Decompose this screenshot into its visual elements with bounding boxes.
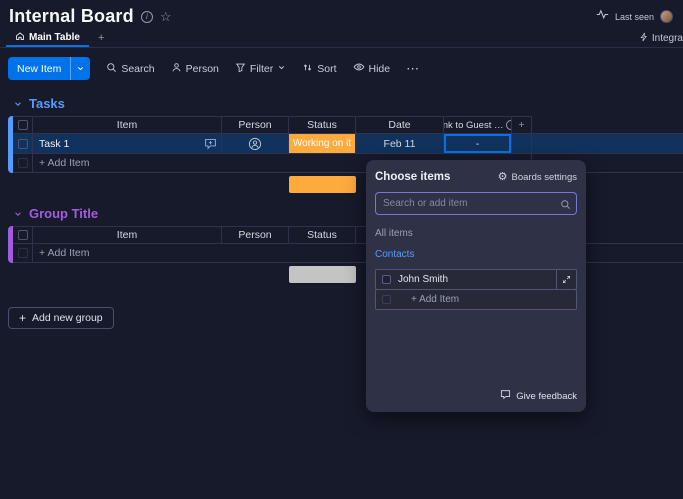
select-all-checkbox[interactable] <box>13 226 33 244</box>
add-new-group-label: Add new group <box>32 312 103 324</box>
more-options-button[interactable]: ⋯ <box>399 58 427 80</box>
choose-items-popup: Choose items ⚙ Boards settings All items… <box>366 160 586 412</box>
give-feedback-label: Give feedback <box>516 390 577 402</box>
status-distribution-bar[interactable] <box>289 176 356 193</box>
search-button[interactable]: Search <box>99 58 161 80</box>
popup-header: Choose items ⚙ Boards settings <box>375 171 577 183</box>
status-distribution-bar[interactable] <box>289 266 356 283</box>
collapse-caret-icon[interactable] <box>13 99 23 109</box>
add-tab-button[interactable]: + <box>89 29 113 47</box>
add-item-label: + Add Item <box>411 294 460 305</box>
info-icon[interactable]: i <box>140 10 153 23</box>
row-checkbox[interactable] <box>13 134 33 154</box>
column-header-date[interactable]: Date <box>356 116 444 134</box>
item-name: John Smith <box>398 274 449 285</box>
date-cell[interactable]: Feb 11 <box>356 134 444 154</box>
last-seen-label: Last seen <box>614 11 654 22</box>
new-item-button[interactable]: New Item <box>8 57 91 80</box>
item-checkbox[interactable] <box>382 275 391 284</box>
home-icon <box>15 31 25 44</box>
search-icon <box>106 62 117 76</box>
column-header-status[interactable]: Status <box>289 226 356 244</box>
popup-list-item[interactable]: John Smith <box>375 269 577 290</box>
boards-settings-label: Boards settings <box>511 171 577 183</box>
integrate-button[interactable]: Integra <box>639 29 683 47</box>
filter-label: Filter <box>249 62 274 75</box>
link-cell-selected[interactable]: - <box>444 134 512 154</box>
column-header-person[interactable]: Person <box>222 226 289 244</box>
header-filler <box>532 116 683 134</box>
favorite-star-icon[interactable]: ☆ <box>160 10 172 23</box>
all-items-label: All items <box>375 228 413 239</box>
board-app: Internal Board i ☆ Last seen Main Table … <box>0 0 683 499</box>
board-header: Internal Board i ☆ Last seen <box>0 0 683 28</box>
row-filler <box>532 134 683 154</box>
integrate-label: Integra <box>651 32 683 44</box>
gear-icon: ⚙ <box>497 170 508 183</box>
search-icon <box>560 197 571 215</box>
link-column-label: link to Guest … <box>444 119 504 131</box>
column-header-item[interactable]: Item <box>33 226 222 244</box>
hide-label: Hide <box>368 62 391 75</box>
search-input[interactable] <box>375 192 577 215</box>
add-update-chat-icon[interactable] <box>204 137 217 153</box>
tab-label: Main Table <box>29 31 80 43</box>
contacts-board-link[interactable]: Contacts <box>375 249 577 260</box>
item-name: Task 1 <box>39 137 70 150</box>
group-title[interactable]: Tasks <box>29 96 65 111</box>
filter-button[interactable]: Filter <box>228 58 293 80</box>
add-new-group-button[interactable]: + Add new group <box>8 307 114 329</box>
person-label: Person <box>185 62 219 75</box>
feedback-bubble-icon <box>500 389 511 403</box>
add-item-checkbox <box>382 295 391 304</box>
collapse-caret-icon[interactable] <box>13 209 23 219</box>
toolbar: New Item Search Person Filter Sort Hide … <box>0 48 683 89</box>
row-addcol-spacer <box>512 134 532 154</box>
group-title[interactable]: Group Title <box>29 206 98 221</box>
add-item-checkbox <box>13 154 33 173</box>
column-header-status[interactable]: Status <box>289 116 356 134</box>
tab-main-table[interactable]: Main Table <box>6 29 89 47</box>
popup-add-item-row[interactable]: + Add Item <box>375 289 577 310</box>
tab-bar: Main Table + Integra <box>0 29 683 48</box>
chevron-down-icon[interactable] <box>277 63 286 75</box>
search-label: Search <box>121 62 155 75</box>
column-header-person[interactable]: Person <box>222 116 289 134</box>
give-feedback-button[interactable]: Give feedback <box>500 389 577 403</box>
eye-icon <box>353 61 365 76</box>
item-cell[interactable]: Task 1 <box>33 134 222 154</box>
status-cell[interactable]: Working on it <box>289 134 356 154</box>
activity-pulse-icon[interactable] <box>596 8 609 26</box>
person-filter-button[interactable]: Person <box>164 58 226 80</box>
sort-label: Sort <box>317 62 337 75</box>
table-row-task1[interactable]: Task 1 Working on it Feb 11 - <box>13 134 683 154</box>
avatar[interactable] <box>660 10 673 23</box>
person-avatar-icon <box>248 137 262 150</box>
sort-button[interactable]: Sort <box>295 58 343 80</box>
bolt-icon <box>639 32 649 45</box>
boards-settings-button[interactable]: ⚙ Boards settings <box>497 170 577 183</box>
column-header-link[interactable]: link to Guest … i <box>444 116 512 134</box>
status-label: Working on it <box>289 134 355 153</box>
column-header-item[interactable]: Item <box>33 116 222 134</box>
person-icon <box>171 62 182 76</box>
popup-title: Choose items <box>375 171 451 183</box>
group-header-tasks: Tasks <box>0 96 683 116</box>
add-column-button[interactable]: + <box>512 116 532 134</box>
expand-item-icon[interactable] <box>556 270 576 289</box>
table-header-row: Item Person Status Date link to Guest … … <box>13 116 683 134</box>
hide-button[interactable]: Hide <box>346 58 398 80</box>
new-item-caret-icon[interactable] <box>70 57 90 80</box>
person-cell[interactable] <box>222 134 289 154</box>
group-color-bar <box>8 226 13 263</box>
page-title: Internal Board <box>9 6 134 26</box>
select-all-checkbox[interactable] <box>13 116 33 134</box>
plus-icon: + <box>19 311 27 325</box>
add-item-checkbox <box>13 244 33 263</box>
sort-arrows-icon <box>302 62 313 76</box>
popup-search <box>375 192 577 215</box>
group-color-bar <box>8 116 13 173</box>
funnel-icon <box>235 62 246 76</box>
new-item-label: New Item <box>17 62 62 75</box>
